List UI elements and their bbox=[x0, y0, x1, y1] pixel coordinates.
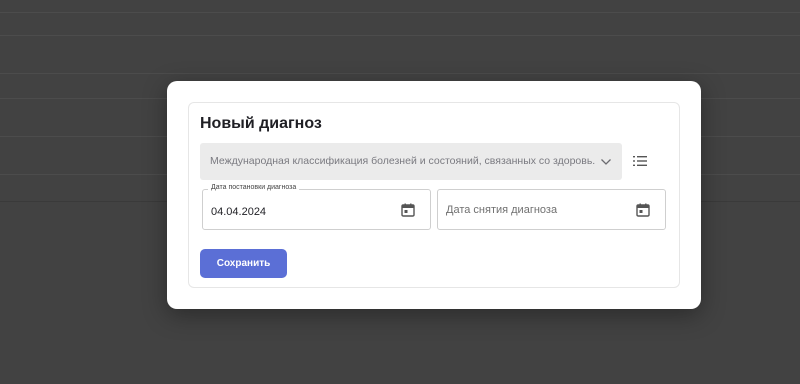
diagnosis-date-value: 04.04.2024 bbox=[211, 206, 267, 218]
new-diagnosis-modal: Новый диагноз Международная классификаци… bbox=[167, 81, 701, 309]
icd-select-value: Международная классификация болезней и с… bbox=[210, 155, 595, 167]
save-button[interactable]: Сохранить bbox=[200, 249, 287, 278]
modal-title: Новый диагноз bbox=[200, 115, 322, 132]
diagnosis-date-field[interactable]: Дата постановки диагноза 04.04.2024 bbox=[202, 184, 431, 230]
calendar-icon[interactable] bbox=[636, 203, 650, 217]
list-icon[interactable] bbox=[632, 153, 648, 169]
removal-date-field[interactable]: Дата снятия диагноза bbox=[437, 189, 666, 230]
chevron-down-icon bbox=[601, 159, 611, 165]
diagnosis-date-label: Дата постановки диагноза bbox=[208, 184, 300, 191]
removal-date-placeholder: Дата снятия диагноза bbox=[446, 204, 558, 216]
calendar-icon[interactable] bbox=[401, 203, 415, 217]
background-row-divider bbox=[0, 73, 800, 74]
background-row-divider bbox=[0, 12, 800, 13]
diagnosis-form-card: Новый диагноз Международная классификаци… bbox=[188, 102, 680, 288]
icd-classification-select[interactable]: Международная классификация болезней и с… bbox=[200, 143, 622, 180]
background-row-divider bbox=[0, 35, 800, 36]
